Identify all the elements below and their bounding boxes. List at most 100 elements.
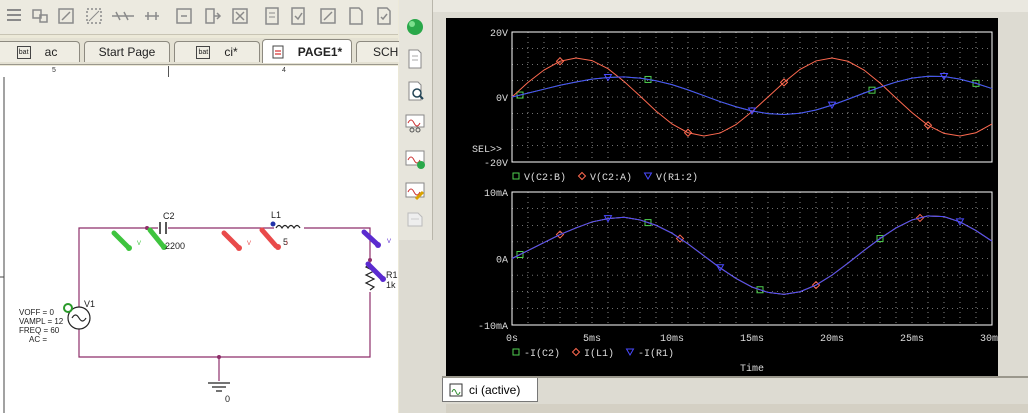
voltage-probe-red[interactable] bbox=[221, 230, 242, 251]
legend-entry: V(C2:A) bbox=[590, 172, 632, 184]
legend-entry: -I(C2) bbox=[524, 348, 560, 360]
y-tick-label: 0V bbox=[496, 94, 508, 105]
legend-marker bbox=[571, 347, 581, 357]
tab-page1[interactable]: PAGE1* bbox=[262, 39, 352, 63]
off-page-icon[interactable] bbox=[174, 6, 194, 26]
hierarchical-block-icon[interactable] bbox=[262, 6, 282, 26]
r1-value: 1k bbox=[386, 280, 396, 290]
x-tick-label: 10ms bbox=[660, 334, 684, 345]
v1-param-vampl: VAMPL = 12 bbox=[19, 317, 64, 326]
grid-icon[interactable] bbox=[4, 6, 24, 26]
c2-label: C2 bbox=[163, 211, 175, 221]
legend-entry: V(R1:2) bbox=[656, 172, 698, 184]
tab-ci-active[interactable]: ci (active) bbox=[442, 378, 538, 402]
x-tick-label: 25ms bbox=[900, 334, 924, 345]
plot2-x-ticks: 0s 5ms 10ms 15ms 20ms 25ms 30ms bbox=[506, 334, 1004, 345]
ruler-mark-5: 5 bbox=[52, 67, 56, 74]
v1-param-freq: FREQ = 60 bbox=[19, 326, 60, 335]
plot2-grid bbox=[512, 192, 992, 325]
status-strip bbox=[446, 404, 1028, 413]
y-tick-label: -20V bbox=[484, 159, 508, 170]
tab-label: ac bbox=[44, 45, 58, 59]
disabled-tool-icon[interactable] bbox=[404, 208, 426, 230]
schematic-canvas[interactable]: C2 2200 L1 5 R1 1k V1 VOFF = 0 VAMPL = 1… bbox=[0, 77, 398, 413]
l1-label: L1 bbox=[271, 210, 282, 220]
y-tick-label: 20V bbox=[490, 29, 508, 40]
legend-entry: V(C2:B) bbox=[524, 172, 566, 184]
wire-icon[interactable] bbox=[84, 6, 104, 26]
tab-start-page[interactable]: Start Page bbox=[84, 41, 170, 62]
series-line-V(R1:2) bbox=[511, 75, 993, 116]
tab-label: ci (active) bbox=[469, 382, 521, 397]
document-icon: bat bbox=[196, 45, 211, 59]
legend-marker bbox=[643, 172, 653, 180]
place-text-icon[interactable] bbox=[346, 6, 366, 26]
capacitor-c2[interactable] bbox=[158, 222, 168, 234]
probe-label-i: I bbox=[286, 241, 288, 247]
x-tick-label: 15ms bbox=[740, 334, 764, 345]
schematic-page-icon bbox=[272, 45, 284, 58]
probe-label-v: V bbox=[137, 241, 142, 247]
tab-label: PAGE1* bbox=[297, 44, 343, 59]
probe-titlebar bbox=[399, 0, 1028, 12]
tab-ac[interactable]: bat ac bbox=[0, 41, 80, 62]
port-icon[interactable] bbox=[202, 6, 222, 26]
x-axis-title: Time bbox=[740, 363, 764, 375]
legend-marker bbox=[577, 171, 587, 181]
pin-icon[interactable] bbox=[288, 6, 308, 26]
c2-value: 2200 bbox=[165, 241, 186, 251]
tab-ci[interactable]: bat ci* bbox=[174, 41, 260, 62]
edit-profile-icon[interactable] bbox=[404, 180, 426, 202]
x-tick-label: 5ms bbox=[583, 334, 601, 345]
probe-plot-area[interactable]: 20V 0V -20V 10mA 0A -10mA 0s 5ms 10ms 15ms 20ms 2… bbox=[446, 18, 1004, 376]
voltage-probe-blue[interactable] bbox=[361, 229, 381, 248]
ground-label: 0 bbox=[225, 394, 231, 404]
v1-label: V1 bbox=[84, 299, 96, 309]
current-probe-red[interactable] bbox=[259, 227, 281, 250]
ruler-mark-4: 4 bbox=[282, 67, 286, 74]
settings-icon[interactable] bbox=[404, 48, 426, 70]
legend-entry: I(L1) bbox=[584, 348, 614, 360]
x-tick-label: 20ms bbox=[820, 334, 844, 345]
sel-marker: SEL>> bbox=[472, 145, 502, 156]
y-tick-label: -10mA bbox=[478, 322, 508, 333]
text-icon[interactable] bbox=[318, 6, 338, 26]
y-tick-label: 0A bbox=[496, 256, 508, 267]
view-output-icon[interactable] bbox=[404, 80, 426, 102]
save-part-icon[interactable] bbox=[56, 6, 76, 26]
plot1-legend: V(C2:B) V(C2:A) V(R1:2) bbox=[512, 171, 698, 184]
r1-label: R1 bbox=[386, 270, 398, 280]
voltage-probe-green[interactable] bbox=[111, 230, 132, 251]
document-icon: bat bbox=[16, 45, 31, 59]
v1-param-ac: AC = bbox=[29, 335, 48, 344]
schematic-drawing bbox=[0, 77, 386, 413]
x-tick-label: 30ms bbox=[980, 334, 998, 345]
plot1-grid bbox=[512, 32, 992, 162]
bus-icon[interactable] bbox=[110, 6, 136, 26]
run-icon[interactable] bbox=[404, 16, 426, 38]
legend-entry: -I(R1) bbox=[638, 348, 674, 360]
tab-label: ci* bbox=[224, 45, 238, 59]
check-icon[interactable] bbox=[374, 6, 394, 26]
series-line-V(C2:B) bbox=[511, 75, 993, 116]
legend-marker bbox=[625, 348, 635, 356]
document-tabs: bat ac Start Page bat ci* PAGE1* SCHE bbox=[0, 38, 416, 65]
legend-marker bbox=[512, 172, 520, 180]
v1-param-voff: VOFF = 0 bbox=[19, 308, 54, 317]
x-tick-label: 0s bbox=[506, 334, 518, 345]
ground-symbol[interactable] bbox=[208, 382, 230, 392]
net-alias-icon[interactable] bbox=[142, 6, 162, 26]
run-probe-icon[interactable] bbox=[404, 148, 426, 170]
plot2-y-ticks: 10mA 0A -10mA bbox=[478, 189, 508, 333]
inductor-l1[interactable] bbox=[270, 221, 305, 232]
tab-label: Start Page bbox=[98, 45, 156, 59]
probe-label-v: V bbox=[247, 241, 252, 247]
main-toolbar bbox=[0, 0, 398, 35]
no-connect-icon[interactable] bbox=[230, 6, 250, 26]
y-tick-label: 10mA bbox=[484, 189, 508, 200]
part-icon[interactable] bbox=[30, 6, 50, 26]
probe-label-v: V bbox=[387, 239, 392, 245]
view-simulation-icon[interactable] bbox=[404, 112, 426, 134]
circuit-wire[interactable] bbox=[78, 227, 371, 358]
probe-side-toolbar bbox=[399, 0, 433, 240]
